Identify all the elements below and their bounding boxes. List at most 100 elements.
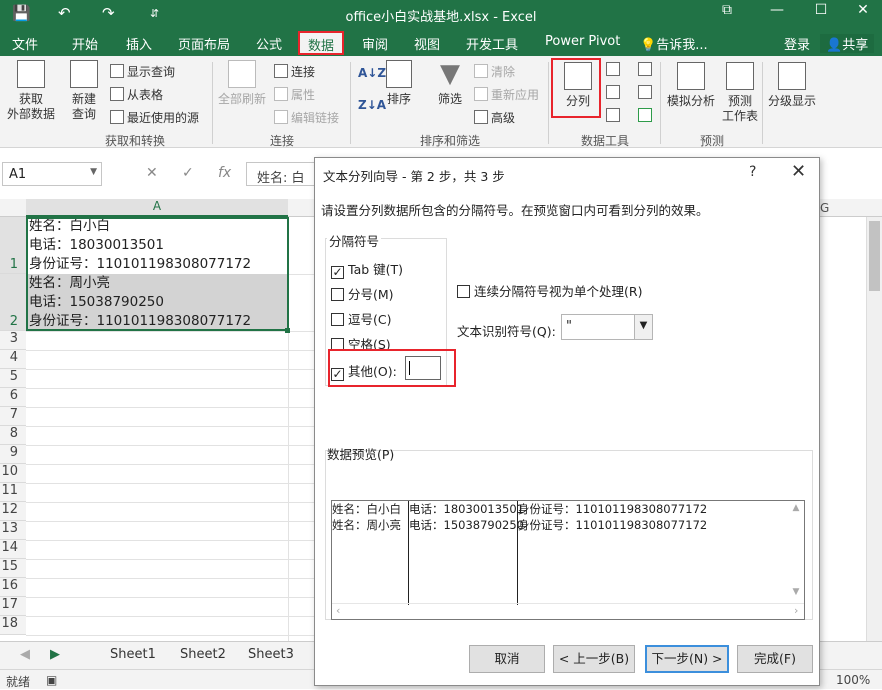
back-button[interactable]: < 上一步(B) (553, 645, 635, 673)
refresh-all-button[interactable]: 全部刷新 (216, 60, 268, 107)
row-header-18[interactable]: 18 (0, 616, 26, 635)
new-query-button[interactable]: 新建 查询 (64, 60, 104, 122)
cancel-button[interactable]: 取消 (469, 645, 545, 673)
fill-handle[interactable] (285, 328, 290, 333)
remove-duplicates-icon[interactable] (606, 85, 623, 100)
row-header-7[interactable]: 7 (0, 407, 26, 426)
connections-button[interactable]: 连接 (274, 63, 315, 80)
column-header-g[interactable]: G (820, 199, 882, 217)
scrollbar-thumb[interactable] (869, 221, 880, 291)
confirm-entry-icon[interactable]: ✓ (182, 165, 194, 181)
row-header-10[interactable]: 10 (0, 464, 26, 483)
preview-column-1[interactable]: 姓名：白小白 姓名：周小亮 (332, 501, 409, 605)
sort-button[interactable]: 排序 (384, 60, 414, 107)
outline-button[interactable]: 分级显示 (764, 62, 820, 109)
row-header-4[interactable]: 4 (0, 350, 26, 369)
chevron-down-icon[interactable]: ▼ (90, 167, 97, 177)
right-grid-area[interactable]: G (820, 199, 882, 641)
text-qualifier-select[interactable]: " ▼ (561, 314, 653, 340)
insert-function-icon[interactable]: fx (218, 165, 231, 181)
row-header-16[interactable]: 16 (0, 578, 26, 597)
close-icon[interactable]: ✕ (848, 2, 878, 18)
row-header-3[interactable]: 3 (0, 331, 26, 350)
row-header-2[interactable]: 2 (0, 274, 26, 331)
share-button[interactable]: 👤共享 (820, 34, 875, 53)
row-header-17[interactable]: 17 (0, 597, 26, 616)
row-header-13[interactable]: 13 (0, 521, 26, 540)
semicolon-delimiter-checkbox[interactable]: 分号(M) (331, 284, 394, 303)
data-preview[interactable]: 姓名：白小白 姓名：周小亮 电话：18030013501 电话：15038790… (331, 500, 805, 620)
advanced-filter-button[interactable]: 高级 (474, 109, 515, 126)
row-header-6[interactable]: 6 (0, 388, 26, 407)
row-header-11[interactable]: 11 (0, 483, 26, 502)
tab-review[interactable]: 审阅 (362, 34, 388, 53)
preview-horizontal-scrollbar[interactable]: ‹ › (332, 603, 804, 619)
chevron-down-icon[interactable]: ▼ (634, 315, 652, 339)
preview-column-2[interactable]: 电话：18030013501 电话：15038790250 (409, 501, 524, 605)
vertical-scrollbar[interactable] (866, 217, 882, 641)
sheet-tab-2[interactable]: Sheet2 (180, 647, 226, 662)
chevron-left-icon[interactable]: ‹ (336, 604, 340, 617)
consolidate-icon[interactable] (638, 62, 655, 77)
chevron-up-icon[interactable]: ▲ (788, 503, 804, 513)
consecutive-delimiters-checkbox[interactable]: 连续分隔符号视为单个处理(R) (457, 281, 642, 300)
tab-developer[interactable]: 开发工具 (466, 34, 518, 53)
row-header-9[interactable]: 9 (0, 445, 26, 464)
manage-data-model-icon[interactable] (638, 108, 655, 123)
row-header-12[interactable]: 12 (0, 502, 26, 521)
filter-button[interactable]: ▼ 筛选 (434, 60, 466, 107)
finish-button[interactable]: 完成(F) (737, 645, 813, 673)
sheet-tab-1[interactable]: Sheet1 (110, 647, 156, 662)
tell-me-box[interactable]: 💡告诉我... (640, 34, 708, 53)
sort-az-icon[interactable]: A↓Z (358, 66, 386, 80)
preview-vertical-scrollbar[interactable]: ▲ ▼ (788, 501, 804, 605)
row-header-15[interactable]: 15 (0, 559, 26, 578)
tab-file[interactable]: 文件 (12, 34, 38, 53)
chevron-right-icon[interactable]: › (794, 604, 798, 617)
help-icon[interactable]: ? (749, 164, 756, 180)
close-icon[interactable]: ✕ (791, 161, 806, 182)
ribbon-display-icon[interactable]: ⧉ (712, 2, 742, 18)
maximize-icon[interactable]: ☐ (806, 2, 836, 18)
macro-record-icon[interactable]: ▣ (46, 673, 57, 687)
get-external-data-button[interactable]: 获取 外部数据 (2, 60, 60, 122)
next-sheet-icon[interactable]: ▶ (50, 647, 60, 662)
relationships-icon[interactable] (638, 85, 655, 100)
row-header-8[interactable]: 8 (0, 426, 26, 445)
tab-data[interactable]: 数据 (298, 31, 345, 55)
flash-fill-icon[interactable] (606, 62, 623, 77)
prev-sheet-icon[interactable]: ◀ (20, 647, 30, 662)
chevron-down-icon[interactable]: ▼ (788, 587, 804, 597)
reapply-button[interactable]: 重新应用 (474, 86, 539, 103)
row-header-5[interactable]: 5 (0, 369, 26, 388)
sheet-tab-3[interactable]: Sheet3 (248, 647, 294, 662)
login-link[interactable]: 登录 (784, 34, 810, 53)
tab-insert[interactable]: 插入 (126, 34, 152, 53)
tab-home[interactable]: 开始 (72, 34, 98, 53)
data-validation-icon[interactable] (606, 108, 623, 123)
show-query-button[interactable]: 显示查询 (110, 63, 175, 80)
tab-formulas[interactable]: 公式 (256, 34, 282, 53)
forecast-sheet-button[interactable]: 预测 工作表 (718, 62, 762, 124)
sort-za-icon[interactable]: Z↓A (358, 98, 386, 112)
properties-button[interactable]: 属性 (274, 86, 315, 103)
tab-power-pivot[interactable]: Power Pivot (545, 34, 620, 49)
preview-column-3[interactable]: 身份证号：110101198308077172 身份证号：11010119830… (518, 501, 790, 605)
recent-sources-button[interactable]: 最近使用的源 (110, 109, 199, 126)
tab-delimiter-checkbox[interactable]: ✓ Tab 键(T) (331, 259, 403, 279)
comma-delimiter-checkbox[interactable]: 逗号(C) (331, 309, 391, 328)
row-header-14[interactable]: 14 (0, 540, 26, 559)
column-header-a[interactable]: A (26, 199, 288, 217)
zoom-level[interactable]: 100% (836, 673, 870, 687)
edit-links-button[interactable]: 编辑链接 (274, 109, 339, 126)
name-box[interactable]: A1 ▼ (2, 162, 102, 186)
next-button[interactable]: 下一步(N) > (645, 645, 729, 673)
minimize-icon[interactable]: — (762, 2, 792, 18)
cancel-entry-icon[interactable]: ✕ (146, 165, 158, 181)
clear-filter-button[interactable]: 清除 (474, 63, 515, 80)
from-table-button[interactable]: 从表格 (110, 86, 163, 103)
what-if-analysis-button[interactable]: 模拟分析 (664, 62, 718, 109)
tab-page-layout[interactable]: 页面布局 (178, 34, 230, 53)
row-header-1[interactable]: 1 (0, 217, 26, 274)
tab-view[interactable]: 视图 (414, 34, 440, 53)
